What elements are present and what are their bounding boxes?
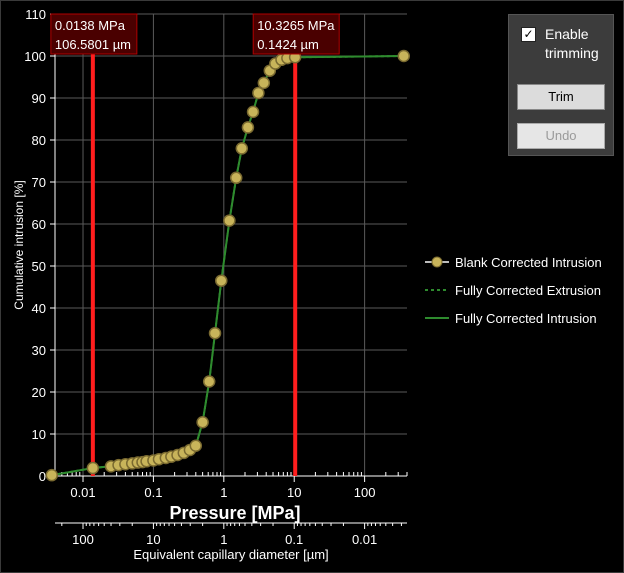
y-tick-label: 50	[32, 259, 46, 274]
data-point	[86, 461, 100, 475]
data-point	[235, 142, 249, 155]
x-tick-label: 10	[287, 485, 301, 500]
y-tick-label: 40	[32, 301, 46, 316]
y-tick-label: 0	[39, 469, 46, 484]
x-tick-label: 0.1	[144, 485, 162, 500]
data-point	[252, 86, 265, 100]
legend-item: Blank Corrected Intrusion	[424, 248, 602, 276]
data-point	[45, 468, 59, 482]
diameter-tick-label: 0.1	[285, 532, 303, 547]
data-point	[397, 49, 411, 63]
diameter-tick-label: 0.01	[352, 532, 377, 547]
legend-item: Fully Corrected Extrusion	[424, 276, 602, 304]
trimming-panel: ✓ Enable trimming Trim Undo	[508, 14, 614, 156]
chart-legend: Blank Corrected Intrusion Fully Corrected…	[424, 248, 602, 332]
legend-item: Fully Corrected Intrusion	[424, 304, 602, 332]
legend-label: Fully Corrected Intrusion	[455, 310, 597, 326]
x-tick-label: 0.01	[70, 485, 95, 500]
y-tick-label: 10	[32, 427, 46, 442]
enable-trimming-checkbox[interactable]: ✓	[521, 27, 536, 42]
data-point	[223, 214, 236, 227]
x-tick-label: 100	[354, 485, 376, 500]
enable-trimming-label: Enable trimming	[545, 26, 599, 61]
y-tick-label: 110	[25, 7, 46, 22]
y-tick-label: 70	[32, 175, 46, 190]
trim-label-diameter: 106.5801 µm	[55, 37, 131, 52]
data-point	[215, 274, 228, 287]
data-point	[189, 439, 203, 453]
y-tick-label: 20	[32, 385, 46, 400]
undo-button[interactable]: Undo	[517, 123, 605, 149]
diameter-tick-label: 100	[72, 532, 94, 547]
x-tick-label: 1	[220, 485, 227, 500]
legend-symbol	[425, 289, 449, 291]
diameter-axis-title: Equivalent capillary diameter [µm]	[133, 547, 328, 562]
y-tick-label: 60	[32, 217, 46, 232]
data-point	[202, 375, 216, 388]
data-point	[257, 76, 271, 90]
trim-label-diameter: 0.1424 µm	[257, 37, 319, 52]
data-point	[196, 415, 209, 429]
data-point	[241, 121, 255, 134]
legend-symbol	[425, 317, 449, 319]
y-tick-label: 30	[32, 343, 46, 358]
y-tick-label: 80	[32, 133, 46, 148]
legend-label: Blank Corrected Intrusion	[455, 254, 602, 270]
trim-label-pressure: 10.3265 MPa	[257, 18, 335, 33]
trim-label-pressure: 0.0138 MPa	[55, 18, 126, 33]
diameter-tick-label: 1	[220, 532, 227, 547]
y-tick-label: 100	[24, 49, 46, 64]
data-point	[208, 326, 222, 340]
legend-symbol	[425, 256, 449, 268]
enable-trimming-row[interactable]: ✓ Enable trimming	[521, 25, 617, 63]
y-tick-label: 90	[32, 91, 46, 106]
data-point	[229, 171, 243, 185]
trim-button[interactable]: Trim	[517, 84, 605, 110]
diameter-tick-label: 10	[146, 532, 160, 547]
y-axis-title: Cumulative intrusion [%]	[12, 180, 26, 309]
x-axis-title: Pressure [MPa]	[169, 503, 300, 523]
legend-label: Fully Corrected Extrusion	[455, 282, 601, 298]
data-point	[246, 105, 260, 119]
